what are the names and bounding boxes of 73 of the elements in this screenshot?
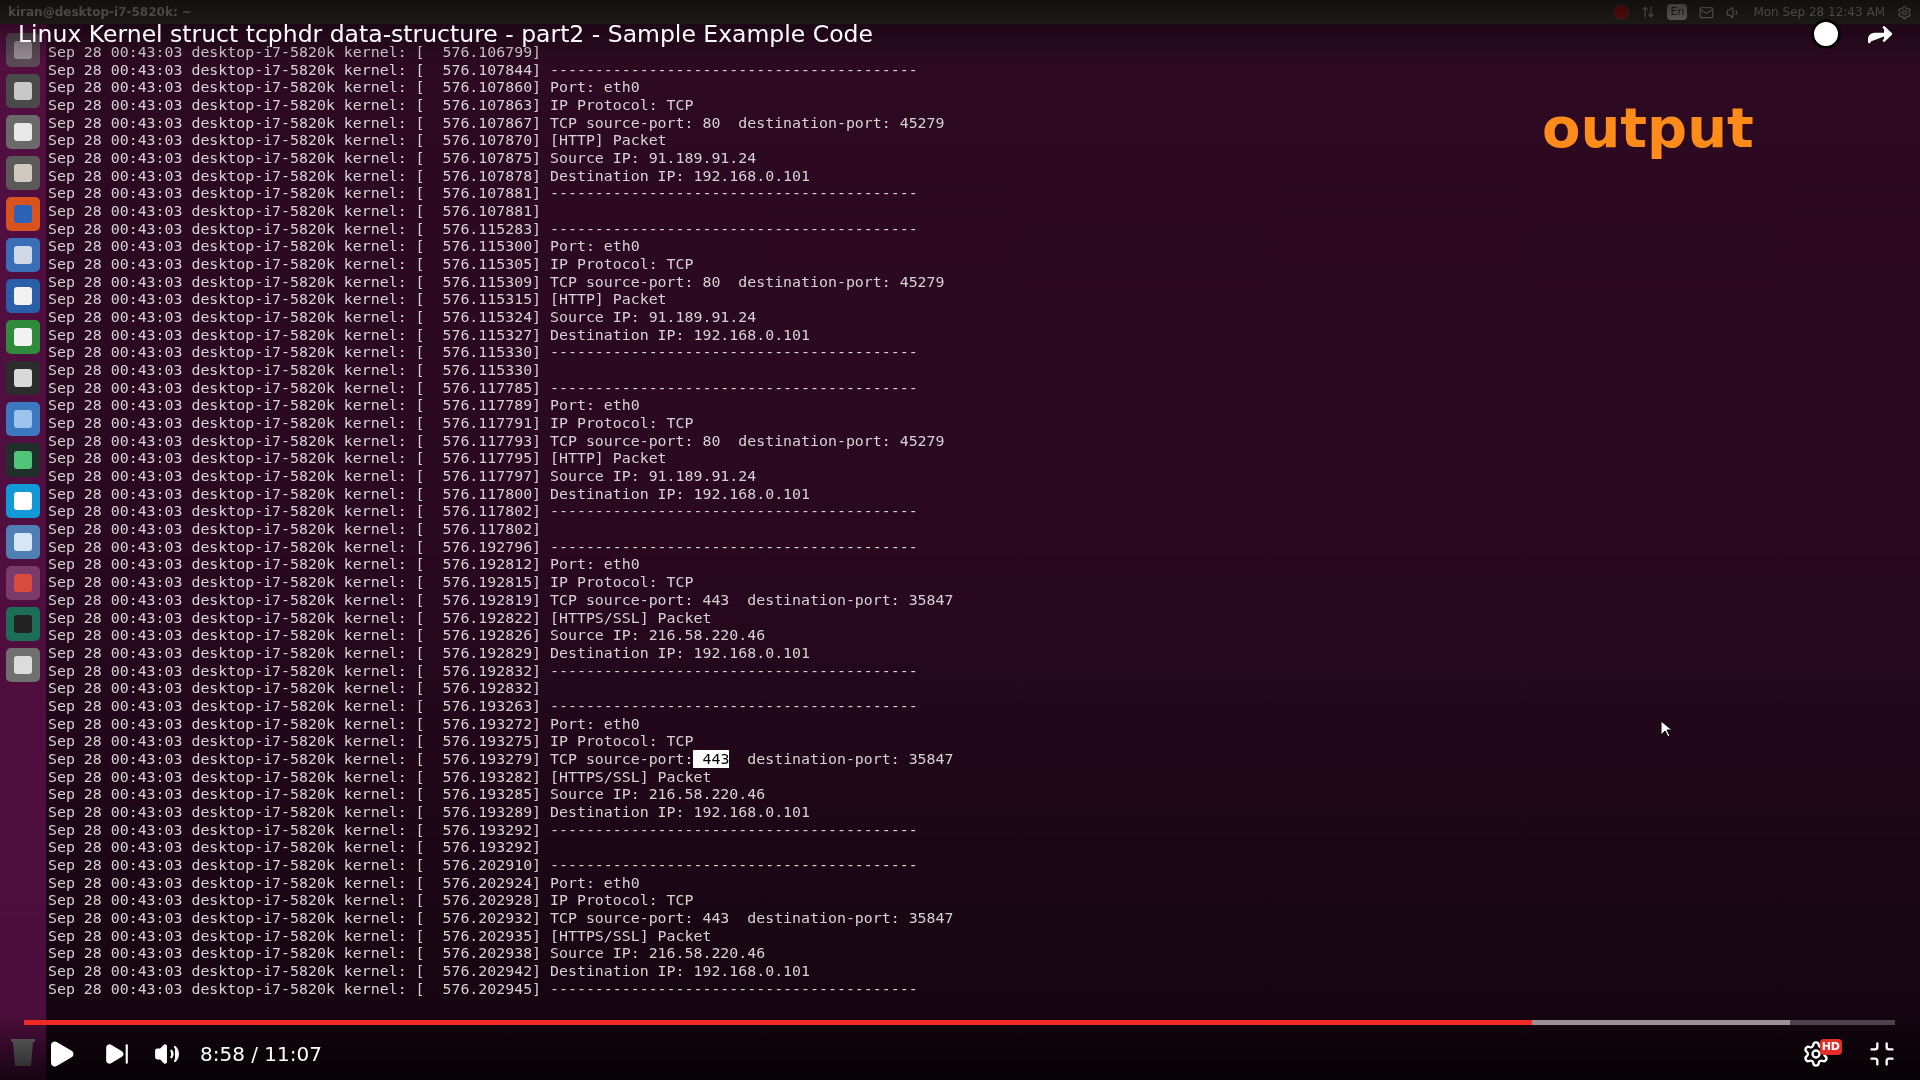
log-line: Sep 28 00:43:03 desktop-i7-5820k kernel: [ 576.202938] Source IP: 216.58.220.46 [48, 945, 766, 963]
log-line: Sep 28 00:43:03 desktop-i7-5820k kernel: [ 576.107870] [HTTP] Packet [48, 132, 667, 151]
cursor-icon [1660, 720, 1672, 738]
log-line: Sep 28 00:43:03 desktop-i7-5820k kernel: [ 576.107863] IP Protocol: TCP [48, 97, 694, 115]
log-line: Sep 28 00:43:03 desktop-i7-5820k kernel: [ 576.193282] [HTTPS/SSL] Packet [48, 768, 712, 787]
log-line: Sep 28 00:43:03 desktop-i7-5820k kernel: [ 576.202942] Destination IP: 192.168.0.101 [48, 962, 811, 981]
log-line: Sep 28 00:43:03 desktop-i7-5820k kernel: [ 576.117795] [HTTP] Packet [48, 450, 667, 469]
log-line: Sep 28 00:43:03 desktop-i7-5820k kernel: [ 576.117802] [48, 521, 542, 539]
output-caption: output [1542, 94, 1754, 162]
log-line: Sep 28 00:43:03 desktop-i7-5820k kernel: [ 576.193292] ----------------------------------------- [48, 821, 918, 840]
log-line: Sep 28 00:43:03 desktop-i7-5820k kernel: [ 576.115327] Destination IP: 192.168.0.101 [48, 326, 811, 345]
log-line: Sep 28 00:43:03 desktop-i7-5820k kernel: [ 576.192796] ----------------------------------------- [48, 538, 918, 557]
app-icon[interactable] [5, 237, 41, 273]
log-line: Sep 28 00:43:03 desktop-i7-5820k kernel: [ 576.202928] IP Protocol: TCP [48, 892, 694, 910]
app-icon[interactable] [5, 360, 41, 396]
log-line: Sep 28 00:43:03 desktop-i7-5820k kernel: [ 576.107844] ----------------------------------------- [48, 61, 918, 80]
log-line: Sep 28 00:43:03 desktop-i7-5820k kernel: [ 576.192819] TCP source-port: 443 destination-port: 35847 [48, 591, 954, 610]
app-icon[interactable] [5, 524, 41, 560]
app-icon[interactable] [5, 114, 41, 150]
app-icon[interactable] [5, 442, 41, 478]
log-line: Sep 28 00:43:03 desktop-i7-5820k kernel: [ 576.202932] TCP source-port: 443 destination-port: 35847 [48, 909, 954, 928]
log-line: Sep 28 00:43:03 desktop-i7-5820k kernel: [ 576.193279] TCP source-port: 443 destination-port: 35847 [48, 750, 954, 769]
log-line: Sep 28 00:43:03 desktop-i7-5820k kernel: [ 576.115330] [48, 362, 542, 380]
log-line: Sep 28 00:43:03 desktop-i7-5820k kernel: [ 576.117793] TCP source-port: 80 destination-port: 45279 [48, 432, 945, 451]
log-line: Sep 28 00:43:03 desktop-i7-5820k kernel: [ 576.193263] ----------------------------------------- [48, 697, 918, 716]
log-line: Sep 28 00:43:03 desktop-i7-5820k kernel: [ 576.192832] [48, 680, 542, 698]
window-title: kiran@desktop-i7-5820k: ~ [8, 4, 192, 21]
log-line: Sep 28 00:43:03 desktop-i7-5820k kernel: [ 576.107860] Port: eth0 [48, 79, 640, 97]
log-line: Sep 28 00:43:03 desktop-i7-5820k kernel: [ 576.107867] TCP source-port: 80 destination-port: 45279 [48, 114, 945, 133]
log-line: Sep 28 00:43:03 desktop-i7-5820k kernel: [ 576.115283] ----------------------------------------- [48, 220, 918, 239]
log-line: Sep 28 00:43:03 desktop-i7-5820k kernel: [ 576.117802] ----------------------------------------- [48, 503, 918, 522]
log-line: Sep 28 00:43:03 desktop-i7-5820k kernel: [ 576.192829] Destination IP: 192.168.0.101 [48, 644, 811, 663]
time-display: 8:58 / 11:07 [200, 1041, 322, 1068]
app-icon[interactable] [5, 155, 41, 191]
volume-icon[interactable] [154, 1041, 180, 1067]
log-line: Sep 28 00:43:03 desktop-i7-5820k kernel: [ 576.193289] Destination IP: 192.168.0.101 [48, 803, 811, 822]
log-line: Sep 28 00:43:03 desktop-i7-5820k kernel: [ 576.202945] ----------------------------------------- [48, 980, 918, 999]
log-line: Sep 28 00:43:03 desktop-i7-5820k kernel: [ 576.202924] Port: eth0 [48, 874, 640, 893]
log-line: Sep 28 00:43:03 desktop-i7-5820k kernel: [ 576.192812] Port: eth0 [48, 556, 640, 575]
log-line: Sep 28 00:43:03 desktop-i7-5820k kernel: [ 576.192815] IP Protocol: TCP [48, 574, 694, 592]
log-line: Sep 28 00:43:03 desktop-i7-5820k kernel: [ 576.107878] Destination IP: 192.168.0.101 [48, 167, 811, 186]
log-line: Sep 28 00:43:03 desktop-i7-5820k kernel: [ 576.117800] Destination IP: 192.168.0.101 [48, 485, 811, 504]
app-icon[interactable] [5, 73, 41, 109]
log-line: Sep 28 00:43:03 desktop-i7-5820k kernel: [ 576.115309] TCP source-port: 80 destination-port: 45279 [48, 273, 945, 292]
log-line: Sep 28 00:43:03 desktop-i7-5820k kernel: [ 576.202935] [HTTPS/SSL] Packet [48, 927, 712, 946]
log-line: Sep 28 00:43:03 desktop-i7-5820k kernel: [ 576.115305] IP Protocol: TCP [48, 256, 694, 274]
log-line: Sep 28 00:43:03 desktop-i7-5820k kernel: [ 576.107881] ----------------------------------------- [48, 185, 918, 204]
log-line: Sep 28 00:43:03 desktop-i7-5820k kernel: [ 576.193275] IP Protocol: TCP [48, 733, 694, 751]
log-line: Sep 28 00:43:03 desktop-i7-5820k kernel: [ 576.193285] Source IP: 216.58.220.46 [48, 786, 766, 804]
app-icon[interactable] [5, 483, 41, 519]
log-line: Sep 28 00:43:03 desktop-i7-5820k kernel: [ 576.192832] ----------------------------------------- [48, 662, 918, 681]
app-icon[interactable] [5, 647, 41, 683]
log-line: Sep 28 00:43:03 desktop-i7-5820k kernel: [ 576.193292] [48, 839, 542, 857]
log-line: Sep 28 00:43:03 desktop-i7-5820k kernel: [ 576.115324] Source IP: 91.189.91.24 [48, 309, 757, 327]
log-line: Sep 28 00:43:03 desktop-i7-5820k kernel: [ 576.202910] ----------------------------------------- [48, 856, 918, 875]
log-line: Sep 28 00:43:03 desktop-i7-5820k kernel: [ 576.107881] [48, 203, 542, 221]
app-icon[interactable] [5, 278, 41, 314]
log-line: Sep 28 00:43:03 desktop-i7-5820k kernel: [ 576.117797] Source IP: 91.189.91.24 [48, 468, 757, 486]
log-line: Sep 28 00:43:03 desktop-i7-5820k kernel: [ 576.117791] IP Protocol: TCP [48, 415, 694, 433]
log-line: Sep 28 00:43:03 desktop-i7-5820k kernel: [ 576.115330] ----------------------------------------- [48, 344, 918, 363]
next-icon[interactable] [104, 1041, 130, 1067]
log-line: Sep 28 00:43:03 desktop-i7-5820k kernel: [ 576.115315] [HTTP] Packet [48, 291, 667, 310]
log-line: Sep 28 00:43:03 desktop-i7-5820k kernel: [ 576.117785] ----------------------------------------- [48, 379, 918, 398]
log-line: Sep 28 00:43:03 desktop-i7-5820k kernel: [ 576.117789] Port: eth0 [48, 397, 640, 416]
exit-fullscreen-icon[interactable] [1868, 1040, 1896, 1068]
log-line: Sep 28 00:43:03 desktop-i7-5820k kernel: [ 576.115300] Port: eth0 [48, 238, 640, 257]
log-line: Sep 28 00:43:03 desktop-i7-5820k kernel: [ 576.107875] Source IP: 91.189.91.24 [48, 150, 757, 168]
log-line: Sep 28 00:43:03 desktop-i7-5820k kernel: [ 576.192826] Source IP: 216.58.220.46 [48, 627, 766, 645]
app-icon[interactable] [5, 319, 41, 355]
log-line: Sep 28 00:43:03 desktop-i7-5820k kernel: [ 576.192822] [HTTPS/SSL] Packet [48, 609, 712, 628]
log-line: Sep 28 00:43:03 desktop-i7-5820k kernel: [ 576.193272] Port: eth0 [48, 715, 640, 734]
app-icon[interactable] [5, 401, 41, 437]
hd-badge: HD [1819, 1038, 1842, 1056]
